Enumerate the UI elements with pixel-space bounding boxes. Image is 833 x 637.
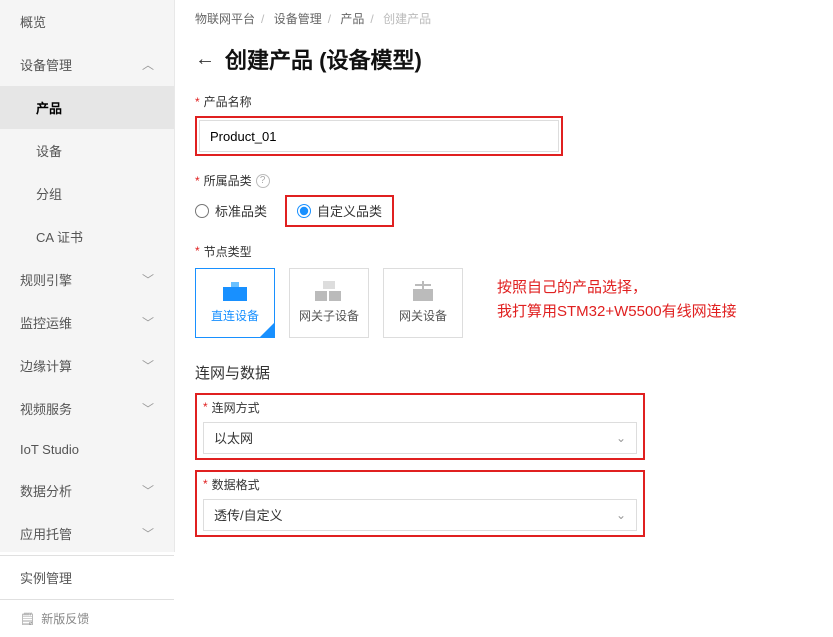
chevron-down-icon: ﹀ bbox=[142, 271, 154, 288]
sidebar-item-data-analysis[interactable]: 数据分析﹀ bbox=[0, 469, 174, 512]
page-title: 创建产品 (设备模型) bbox=[225, 43, 422, 75]
gateway-icon bbox=[409, 281, 437, 303]
chevron-down-icon: ﹀ bbox=[142, 314, 154, 331]
sidebar-item-app-hosting[interactable]: 应用托管﹀ bbox=[0, 512, 174, 555]
label-product-name: *产品名称 bbox=[195, 93, 813, 110]
back-arrow-icon[interactable]: ← bbox=[195, 48, 215, 71]
chevron-down-icon: ﹀ bbox=[142, 400, 154, 417]
sidebar: 概览 设备管理︿ 产品 设备 分组 CA 证书 规则引擎﹀ 监控运维﹀ 边缘计算… bbox=[0, 0, 175, 552]
radio-standard-category[interactable]: 标准品类 bbox=[195, 201, 267, 220]
annotation-box: *连网方式 以太网 ⌄ bbox=[195, 393, 645, 460]
annotation-box: 自定义品类 bbox=[285, 195, 394, 227]
chevron-down-icon: ⌄ bbox=[616, 431, 626, 445]
data-format-select[interactable]: 透传/自定义 ⌄ bbox=[203, 499, 637, 531]
node-card-subdevice[interactable]: 网关子设备 bbox=[289, 268, 369, 338]
breadcrumb-item[interactable]: 设备管理 bbox=[274, 12, 322, 26]
label-node-type: *节点类型 bbox=[195, 243, 813, 260]
sidebar-item-video[interactable]: 视频服务﹀ bbox=[0, 387, 174, 430]
breadcrumb-item[interactable]: 物联网平台 bbox=[195, 12, 255, 26]
sidebar-feedback[interactable]: 🗒 新版反馈 bbox=[0, 599, 174, 637]
annotation-box bbox=[195, 116, 563, 156]
sidebar-item-iot-studio[interactable]: IoT Studio bbox=[0, 430, 174, 469]
node-card-direct[interactable]: 直连设备 bbox=[195, 268, 275, 338]
label-data-format: *数据格式 bbox=[203, 476, 637, 493]
chevron-down-icon: ﹀ bbox=[142, 357, 154, 374]
radio-custom-category[interactable]: 自定义品类 bbox=[297, 201, 382, 220]
device-icon bbox=[221, 281, 249, 303]
annotation-box: *数据格式 透传/自定义 ⌄ bbox=[195, 470, 645, 537]
breadcrumb: 物联网平台/ 设备管理/ 产品/ 创建产品 bbox=[195, 0, 813, 37]
sidebar-item-edge[interactable]: 边缘计算﹀ bbox=[0, 344, 174, 387]
chevron-up-icon: ︿ bbox=[142, 56, 154, 73]
feedback-icon: 🗒 bbox=[20, 612, 35, 626]
help-icon[interactable]: ? bbox=[256, 174, 270, 188]
network-method-select[interactable]: 以太网 ⌄ bbox=[203, 422, 637, 454]
sub-device-icon bbox=[315, 281, 343, 303]
sidebar-item-group[interactable]: 分组 bbox=[0, 172, 174, 215]
section-network: 连网与数据 bbox=[195, 362, 813, 383]
sidebar-item-device-mgmt[interactable]: 设备管理︿ bbox=[0, 43, 174, 86]
sidebar-item-product[interactable]: 产品 bbox=[0, 86, 174, 129]
sidebar-item-rule-engine[interactable]: 规则引擎﹀ bbox=[0, 258, 174, 301]
breadcrumb-item: 创建产品 bbox=[383, 12, 431, 26]
chevron-down-icon: ⌄ bbox=[616, 508, 626, 522]
product-name-input[interactable] bbox=[199, 120, 559, 152]
sidebar-item-monitor[interactable]: 监控运维﹀ bbox=[0, 301, 174, 344]
label-network-method: *连网方式 bbox=[203, 399, 637, 416]
node-card-gateway[interactable]: 网关设备 bbox=[383, 268, 463, 338]
breadcrumb-item[interactable]: 产品 bbox=[340, 12, 364, 26]
category-radio-group: 标准品类 自定义品类 bbox=[195, 195, 813, 227]
sidebar-item-overview[interactable]: 概览 bbox=[0, 0, 174, 43]
page-title-row: ← 创建产品 (设备模型) bbox=[195, 43, 813, 75]
chevron-down-icon: ﹀ bbox=[142, 525, 154, 542]
main-content: 物联网平台/ 设备管理/ 产品/ 创建产品 ← 创建产品 (设备模型) *产品名… bbox=[175, 0, 833, 552]
node-type-cards: 直连设备 网关子设备 网关设备 按照自己的产品选择， 我打算用STM32+W55… bbox=[195, 268, 813, 338]
label-category: *所属品类 ? bbox=[195, 172, 813, 189]
sidebar-item-ca-cert[interactable]: CA 证书 bbox=[0, 215, 174, 258]
chevron-down-icon: ﹀ bbox=[142, 482, 154, 499]
sidebar-item-device[interactable]: 设备 bbox=[0, 129, 174, 172]
annotation-text: 按照自己的产品选择， 我打算用STM32+W5500有线网连接 bbox=[497, 276, 737, 324]
sidebar-item-instance[interactable]: 实例管理 bbox=[0, 555, 174, 599]
